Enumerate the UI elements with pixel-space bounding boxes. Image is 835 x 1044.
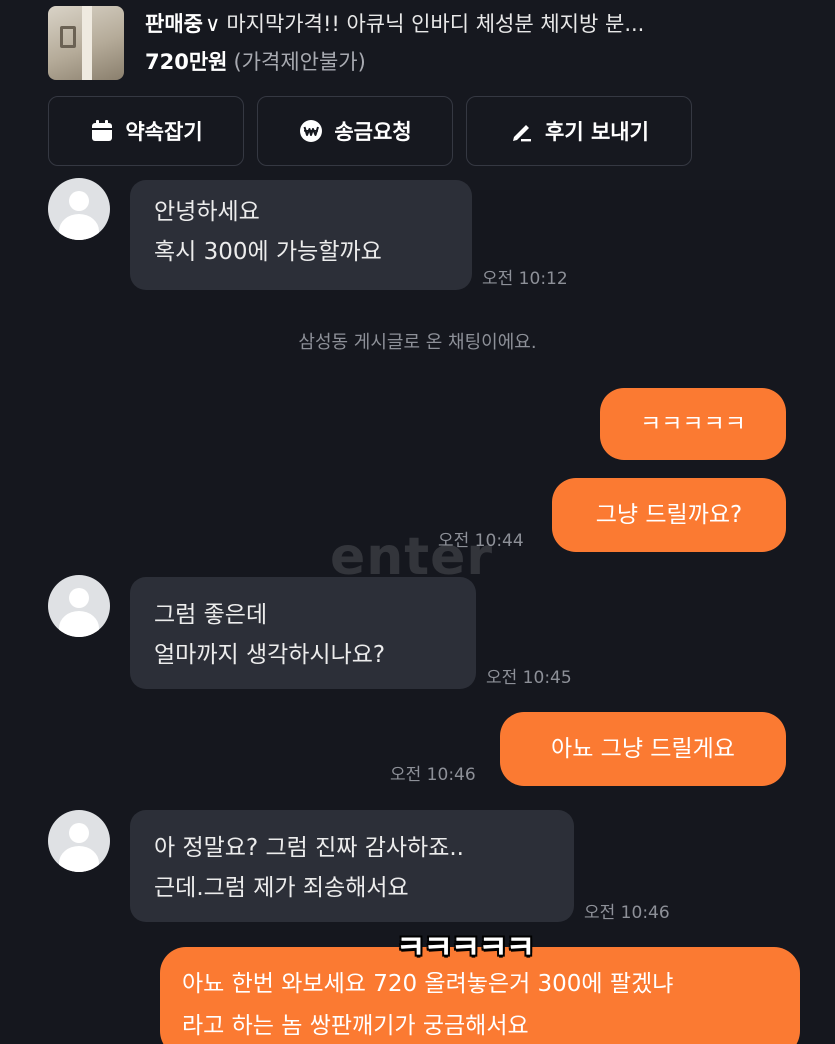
avatar[interactable] xyxy=(48,575,110,637)
avatar-body xyxy=(59,846,99,872)
outgoing-message[interactable]: 아뇨 그냥 드릴게요 xyxy=(500,712,786,786)
price-note: (가격제안불가) xyxy=(233,50,366,74)
system-notice: 삼성동 게시글로 온 채팅이에요. xyxy=(298,332,537,353)
message-line: 혹시 300에 가능할까요 xyxy=(154,239,382,265)
message-timestamp: 오전 10:12 xyxy=(482,269,568,289)
schedule-button-label: 약속잡기 xyxy=(125,120,203,144)
message-timestamp: 오전 10:46 xyxy=(584,903,670,923)
listing-header: 판매중∨ 마지막가격!! 아큐닉 인바디 체성분 체지방 분... 720만원 (가… xyxy=(0,0,835,190)
product-thumbnail[interactable] xyxy=(48,6,124,80)
listing-price: 720만원 xyxy=(145,50,228,74)
message-line: 안녕하세요 xyxy=(154,199,260,225)
thumbnail-frame xyxy=(60,26,76,48)
money-request-button[interactable]: 송금요청 xyxy=(257,96,453,166)
money-request-label: 송금요청 xyxy=(334,120,412,144)
listing-price-row: 720만원 (가격제안불가) xyxy=(145,46,366,76)
thumbnail-pole xyxy=(82,6,92,80)
listing-title[interactable]: 마지막가격!! 아큐닉 인바디 체성분 체지방 분... xyxy=(226,12,644,36)
caption-overlay: ㅋㅋㅋㅋㅋ xyxy=(396,928,535,966)
listing-status-row: 판매중∨ 마지막가격!! 아큐닉 인바디 체성분 체지방 분... xyxy=(145,8,644,38)
avatar-head xyxy=(69,823,89,843)
incoming-message[interactable]: 안녕하세요 혹시 300에 가능할까요 xyxy=(130,180,472,290)
message-timestamp: 오전 10:46 xyxy=(390,765,476,785)
send-review-button[interactable]: 후기 보내기 xyxy=(466,96,692,166)
incoming-message[interactable]: 그럼 좋은데 얼마까지 생각하시나요? xyxy=(130,577,476,689)
message-text: 아뇨 그냥 드릴게요 xyxy=(551,736,735,762)
message-text: 그냥 드릴까요? xyxy=(595,502,743,528)
avatar-body xyxy=(59,214,99,240)
message-timestamp: 오전 10:45 xyxy=(486,668,572,688)
avatar-body xyxy=(59,611,99,637)
avatar-head xyxy=(69,588,89,608)
message-line: 아 정말요? 그럼 진짜 감사하죠.. xyxy=(154,835,464,861)
won-icon xyxy=(300,120,323,142)
chevron-down-icon: ∨ xyxy=(204,12,221,36)
message-line: 얼마까지 생각하시나요? xyxy=(154,642,386,668)
sale-status-dropdown[interactable]: 판매중∨ xyxy=(145,12,220,36)
calendar-icon xyxy=(92,120,113,141)
incoming-message[interactable]: 아 정말요? 그럼 진짜 감사하죠.. 근데.그럼 제가 죄송해서요 xyxy=(130,810,574,922)
message-line: 라고 하는 놈 쌍판깨기가 궁금해서요 xyxy=(182,1013,529,1039)
outgoing-message[interactable]: 그냥 드릴까요? xyxy=(552,478,786,552)
send-review-label: 후기 보내기 xyxy=(545,120,649,144)
message-line: 아뇨 한번 와보세요 720 올려놓은거 300에 팔겠냐 xyxy=(182,971,674,997)
avatar[interactable] xyxy=(48,810,110,872)
message-line: 그럼 좋은데 xyxy=(154,602,268,628)
avatar[interactable] xyxy=(48,178,110,240)
pencil-icon xyxy=(513,125,532,142)
message-line: 근데.그럼 제가 죄송해서요 xyxy=(154,875,409,901)
message-text: ㅋㅋㅋㅋㅋ xyxy=(640,411,746,437)
sale-status-label: 판매중 xyxy=(145,12,203,36)
avatar-head xyxy=(69,191,89,211)
outgoing-message[interactable]: ㅋㅋㅋㅋㅋ xyxy=(600,388,786,460)
schedule-button[interactable]: 약속잡기 xyxy=(48,96,244,166)
